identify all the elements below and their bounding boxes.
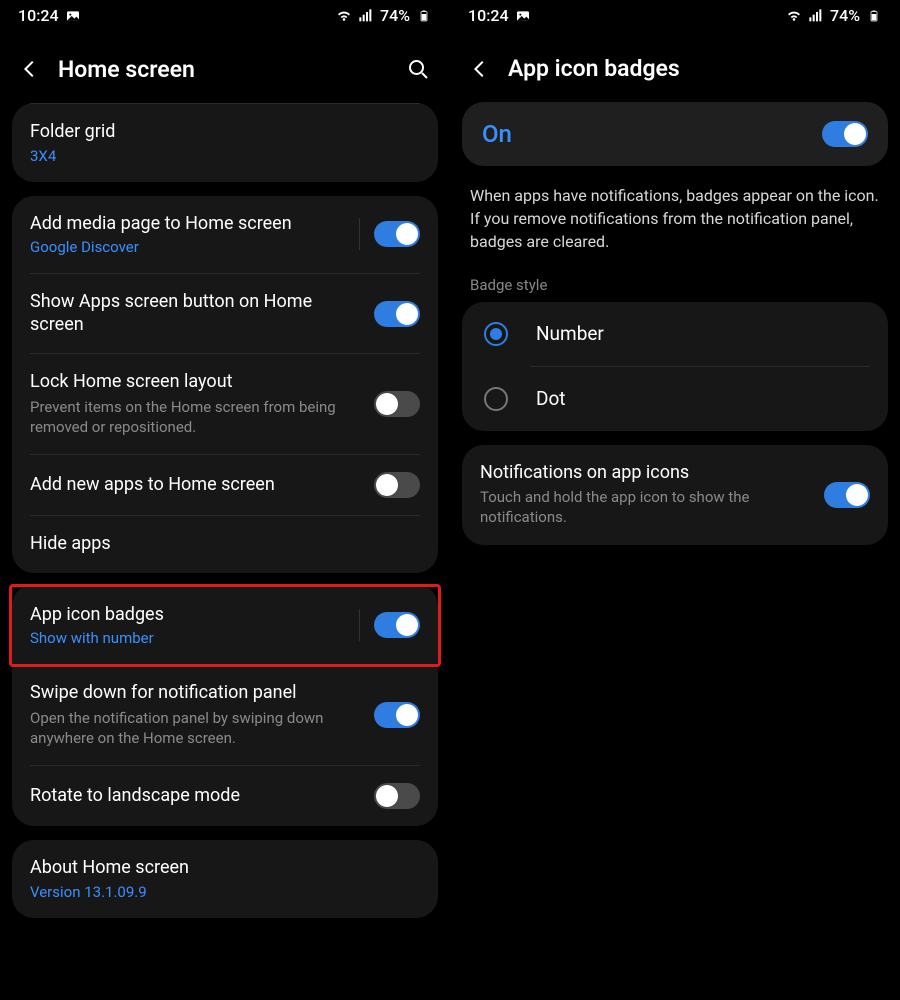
signal-icon — [358, 8, 374, 24]
status-time: 10:24 — [468, 6, 509, 25]
folder-grid-title: Folder grid — [30, 121, 420, 144]
media-page-toggle[interactable] — [374, 221, 420, 247]
home-options-card: Add media page to Home screen Google Dis… — [12, 196, 438, 573]
back-button[interactable] — [468, 57, 492, 81]
add-new-apps-toggle[interactable] — [374, 472, 420, 498]
wifi-icon — [336, 8, 352, 24]
badges-card: App icon badges Show with number Swipe d… — [12, 584, 438, 827]
notif-icons-card: Notifications on app icons Touch and hol… — [462, 445, 888, 545]
app-icon-badges-row[interactable]: App icon badges Show with number — [9, 584, 441, 668]
badge-style-dot[interactable]: Dot — [462, 367, 888, 431]
media-page-row[interactable]: Add media page to Home screen Google Dis… — [12, 196, 438, 274]
badge-style-number[interactable]: Number — [462, 302, 888, 366]
status-bar: 10:24 74% — [0, 0, 450, 29]
about-card: About Home screen Version 13.1.09.9 — [12, 840, 438, 918]
folder-grid-value: 3X4 — [30, 147, 420, 165]
signal-icon — [808, 8, 824, 24]
battery-pct: 74% — [380, 6, 410, 25]
home-screen-settings: 10:24 74% Home screen — [0, 0, 450, 1000]
notif-on-icons-row[interactable]: Notifications on app icons Touch and hol… — [462, 445, 888, 545]
apps-button-toggle[interactable] — [374, 301, 420, 327]
wifi-icon — [786, 8, 802, 24]
swipe-down-row[interactable]: Swipe down for notification panel Open t… — [12, 665, 438, 765]
add-new-apps-row[interactable]: Add new apps to Home screen — [12, 455, 438, 515]
image-icon — [65, 8, 81, 24]
radio-dot[interactable] — [484, 387, 508, 411]
radio-number[interactable] — [484, 322, 508, 346]
status-bar: 10:24 74% — [450, 0, 900, 29]
rotate-row[interactable]: Rotate to landscape mode — [12, 766, 438, 826]
badge-style-card: Number Dot — [462, 302, 888, 431]
hide-apps-row[interactable]: Hide apps — [12, 516, 438, 573]
page-title: Home screen — [58, 56, 388, 83]
about-row[interactable]: About Home screen Version 13.1.09.9 — [12, 840, 438, 918]
page-title: App icon badges — [508, 55, 882, 82]
header: Home screen — [0, 29, 450, 103]
battery-icon — [416, 8, 432, 24]
folder-grid-row[interactable]: Folder grid 3X4 — [12, 104, 438, 182]
badges-description: When apps have notifications, badges app… — [462, 180, 888, 276]
lock-layout-toggle[interactable] — [374, 391, 420, 417]
status-time: 10:24 — [18, 6, 59, 25]
back-button[interactable] — [18, 57, 42, 81]
apps-button-row[interactable]: Show Apps screen button on Home screen — [12, 274, 438, 353]
lock-layout-row[interactable]: Lock Home screen layout Prevent items on… — [12, 354, 438, 454]
badge-style-label: Badge style — [462, 276, 888, 302]
image-icon — [515, 8, 531, 24]
battery-icon — [866, 8, 882, 24]
master-toggle-label: On — [482, 120, 822, 148]
app-icon-badges-settings: 10:24 74% App icon badges On — [450, 0, 900, 1000]
search-button[interactable] — [404, 55, 432, 83]
swipe-down-toggle[interactable] — [374, 702, 420, 728]
master-toggle[interactable] — [822, 121, 868, 147]
header: App icon badges — [450, 29, 900, 102]
notif-on-icons-toggle[interactable] — [824, 482, 870, 508]
badges-toggle[interactable] — [374, 612, 420, 638]
battery-pct: 74% — [830, 6, 860, 25]
rotate-toggle[interactable] — [374, 783, 420, 809]
folder-grid-card: Folder grid 3X4 — [12, 103, 438, 182]
master-toggle-banner[interactable]: On — [462, 102, 888, 166]
